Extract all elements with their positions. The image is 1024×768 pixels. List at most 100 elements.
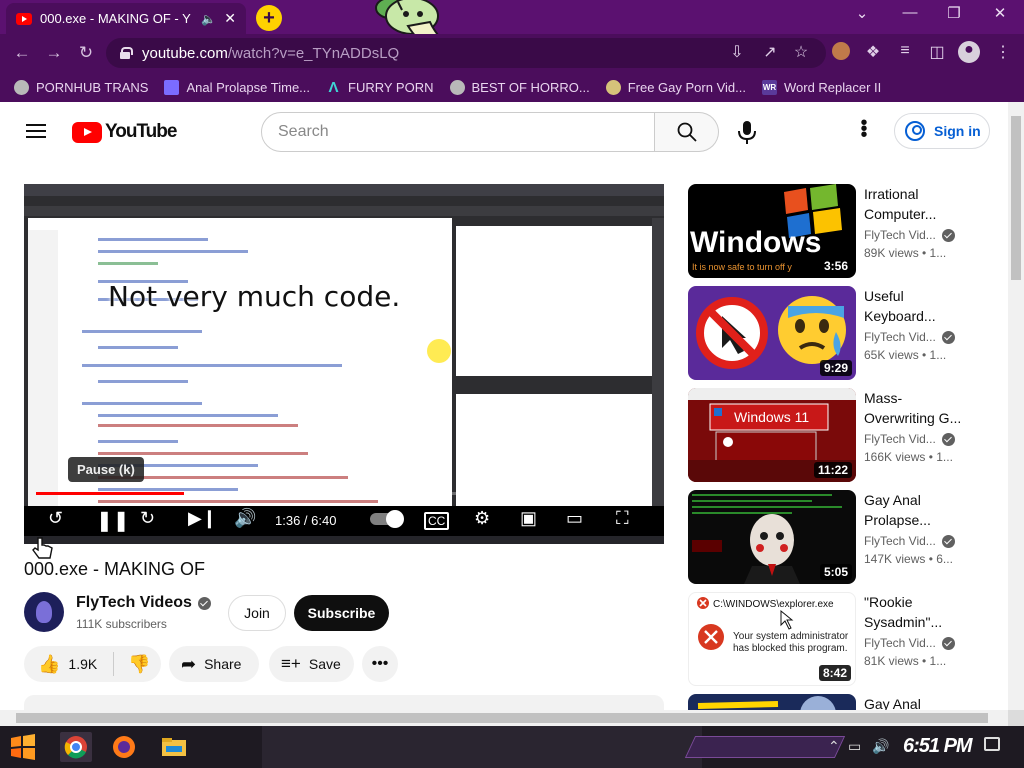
tray-chevron-icon[interactable]: ⌃ xyxy=(828,738,840,755)
video-thumbnail[interactable]: C:\WINDOWS\explorer.exe Your system admi… xyxy=(688,592,856,686)
bookmark-item[interactable]: BEST OF HORRO... xyxy=(449,79,590,95)
youtube-play-logo-icon xyxy=(72,121,102,143)
reload-icon[interactable]: ↻ xyxy=(70,43,102,63)
recommendation-item[interactable]: Gay Anal xyxy=(688,694,998,710)
extension-avatar-icon[interactable] xyxy=(832,42,850,60)
youtube-masthead: YouTube Search • • • xyxy=(0,102,1008,160)
forward-arrow-icon[interactable]: → xyxy=(38,43,70,63)
bookmark-label: PORNHUB TRANS xyxy=(36,79,149,95)
search-button[interactable] xyxy=(655,112,719,152)
bookmark-item[interactable]: WR Word Replacer II xyxy=(761,79,881,95)
bookmark-item[interactable]: Anal Prolapse Time... xyxy=(164,79,310,95)
progress-bar[interactable] xyxy=(36,492,652,495)
bookmark-item[interactable]: PORNHUB TRANS xyxy=(14,79,149,95)
channel-avatar[interactable] xyxy=(24,592,64,632)
recommendation-item[interactable]: C:\WINDOWS\explorer.exe Your system admi… xyxy=(688,592,998,686)
bookmark-item[interactable]: Λ FURRY PORN xyxy=(326,80,434,95)
tab-close-icon[interactable]: ✕ xyxy=(224,10,236,27)
recommendation-channel[interactable]: FlyTech Vid... xyxy=(864,636,955,650)
speaker-icon[interactable]: 🔈 xyxy=(201,12,216,26)
profile-icon[interactable]: ● xyxy=(958,41,980,63)
close-window-icon[interactable]: ✕ xyxy=(982,4,1018,22)
chrome-taskbar-icon[interactable] xyxy=(60,732,92,762)
dislike-icon[interactable]: 👎 xyxy=(128,654,150,675)
captions-icon[interactable]: CC xyxy=(424,512,450,530)
taskbar-clock[interactable]: 6:51 PM xyxy=(903,735,973,758)
recommendation-item[interactable]: Windows 11 11:22 Mass- Overwriting G... F… xyxy=(688,388,998,482)
recommendation-title[interactable]: Gay Anal Prolapse... xyxy=(864,490,994,530)
bookmark-star-icon[interactable]: ☆ xyxy=(790,42,812,62)
autoplay-toggle[interactable] xyxy=(370,510,404,528)
video-thumbnail[interactable]: Windows 11 11:22 xyxy=(688,388,856,482)
save-button[interactable]: ≡+ Save xyxy=(269,646,354,682)
like-count[interactable]: 1.9K xyxy=(68,656,97,672)
settings-kebab-icon[interactable]: • • • xyxy=(858,113,870,145)
share-button[interactable]: ➦ Share xyxy=(169,646,259,682)
forward-10-icon[interactable]: ↻ xyxy=(140,508,155,529)
join-button[interactable]: Join xyxy=(228,595,286,631)
network-icon[interactable]: ▭ xyxy=(848,738,861,755)
recommendation-channel[interactable]: FlyTech Vid... xyxy=(864,432,955,446)
microphone-icon[interactable] xyxy=(736,120,758,146)
next-icon[interactable]: ▶❙ xyxy=(188,508,217,529)
recommendation-channel[interactable]: FlyTech Vid... xyxy=(864,534,955,548)
search-input[interactable]: Search xyxy=(261,112,655,152)
recommendation-title[interactable]: Gay Anal xyxy=(864,694,994,710)
install-app-icon[interactable]: ⇩ xyxy=(726,42,748,62)
hamburger-menu-icon[interactable] xyxy=(26,124,46,138)
scrollbar-thumb[interactable] xyxy=(16,713,988,723)
recommendation-title[interactable]: Useful Keyboard... xyxy=(864,286,994,326)
lock-icon[interactable] xyxy=(120,47,133,59)
address-bar[interactable]: youtube.com /watch?v=e_TYnADDsLQ xyxy=(106,38,826,68)
share-icon[interactable]: ↗ xyxy=(759,42,781,62)
video-thumbnail[interactable]: 9:29 xyxy=(688,286,856,380)
sign-in-button[interactable]: Sign in xyxy=(894,113,990,149)
vertical-scrollbar[interactable] xyxy=(1008,102,1024,710)
minimize-icon[interactable]: — xyxy=(892,4,928,21)
channel-name[interactable]: FlyTech Videos xyxy=(76,594,211,612)
tab-search-chevron-icon[interactable]: ⌄ xyxy=(844,4,880,22)
volume-icon[interactable]: 🔊 xyxy=(234,508,256,529)
recommendation-title[interactable]: "Rookie Sysadmin"... xyxy=(864,592,994,632)
like-icon[interactable]: 👍 xyxy=(38,654,60,675)
pause-icon[interactable]: ❚❚ xyxy=(96,508,130,533)
extensions-puzzle-icon[interactable]: ❖ xyxy=(862,42,884,62)
start-button-icon[interactable] xyxy=(8,732,38,762)
file-explorer-taskbar-icon[interactable] xyxy=(158,732,190,762)
browser-tab-active[interactable]: 000.exe - MAKING OF - Y 🔈 ✕ xyxy=(6,3,246,34)
video-thumbnail[interactable] xyxy=(688,694,856,710)
horizontal-scrollbar[interactable] xyxy=(0,710,1008,726)
miniplayer-icon[interactable]: ▣ xyxy=(520,508,537,529)
settings-gear-icon[interactable]: ⚙ xyxy=(474,508,490,529)
media-queue-icon[interactable]: ≡ xyxy=(894,42,916,60)
more-actions-icon[interactable]: ••• xyxy=(362,646,398,682)
video-thumbnail[interactable]: 5:05 xyxy=(688,490,856,584)
recommendation-item[interactable]: Windows It is now safe to turn off y 3:5… xyxy=(688,184,998,278)
video-player[interactable]: Not very much code. Pause (k) ↺ ❚❚ ↻ ▶❙ … xyxy=(24,184,664,544)
bookmark-item[interactable]: Free Gay Porn Vid... xyxy=(605,79,746,95)
thumb-explorer-path: C:\WINDOWS\explorer.exe xyxy=(713,599,834,610)
recommendation-title[interactable]: Mass- Overwriting G... xyxy=(864,388,994,428)
new-tab-button[interactable]: + xyxy=(256,5,282,31)
recommendation-channel[interactable]: FlyTech Vid... xyxy=(864,330,955,344)
recommendation-item[interactable]: 9:29 Useful Keyboard... FlyTech Vid... 65… xyxy=(688,286,998,380)
rewind-10-icon[interactable]: ↺ xyxy=(48,508,63,529)
recommendation-title[interactable]: Irrational Computer... xyxy=(864,184,994,224)
back-arrow-icon[interactable]: ← xyxy=(6,43,38,63)
side-panel-icon[interactable]: ◫ xyxy=(926,42,948,62)
scrollbar-thumb[interactable] xyxy=(1011,116,1021,280)
share-arrow-icon: ➦ xyxy=(181,653,197,674)
subscribe-button[interactable]: Subscribe xyxy=(294,595,389,631)
youtube-logo[interactable]: YouTube xyxy=(72,121,177,143)
video-thumbnail[interactable]: Windows It is now safe to turn off y 3:5… xyxy=(688,184,856,278)
recommendation-channel[interactable]: FlyTech Vid... xyxy=(864,228,955,242)
restore-icon[interactable]: ❐ xyxy=(936,4,972,22)
recommendation-stats: 166K views • 1... xyxy=(864,450,953,464)
theater-mode-icon[interactable]: ▭ xyxy=(566,508,583,529)
recommendation-item[interactable]: 5:05 Gay Anal Prolapse... FlyTech Vid... … xyxy=(688,490,998,584)
firefox-taskbar-icon[interactable] xyxy=(108,732,140,762)
speaker-tray-icon[interactable]: 🔊 xyxy=(872,738,889,755)
fullscreen-icon[interactable]: ⛶ xyxy=(616,508,629,529)
notification-icon[interactable] xyxy=(984,737,1000,751)
chrome-menu-icon[interactable]: ⋮ xyxy=(992,42,1014,62)
